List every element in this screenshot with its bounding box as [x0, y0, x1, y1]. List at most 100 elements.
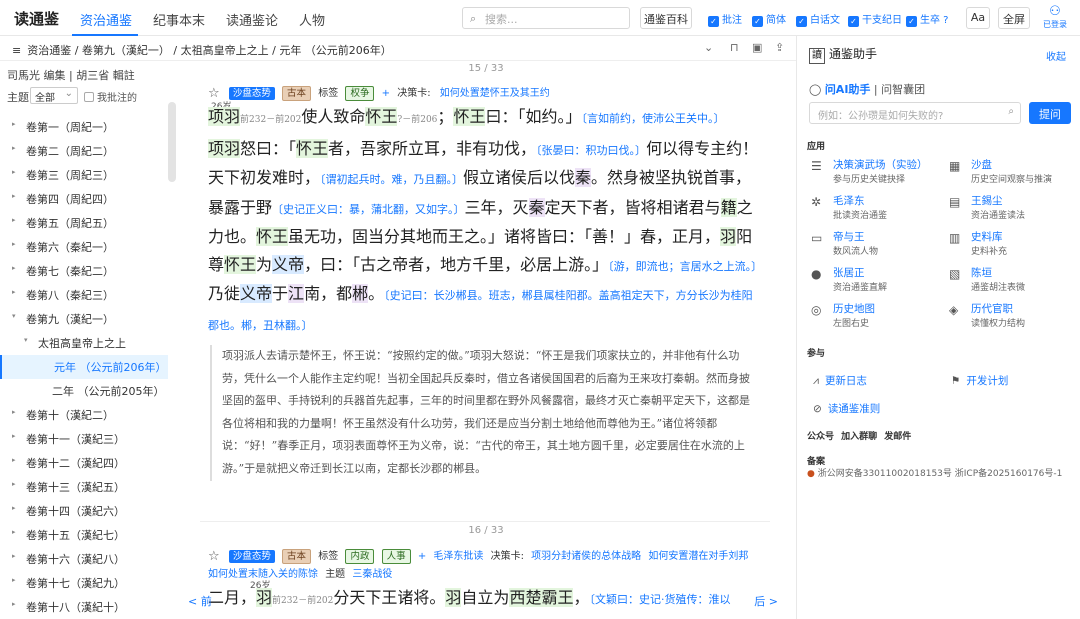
sidebar-volume-item[interactable]: 二年 （公元前205年） [0, 379, 168, 403]
app-item[interactable]: ✲ 毛泽东 批读资治通鉴 [809, 193, 939, 223]
caret-right-icon[interactable]: ▸ [12, 288, 16, 296]
ask-button[interactable]: 提问 [1029, 102, 1071, 124]
user-button[interactable]: ⚇ 已登录 [1040, 5, 1070, 30]
toggle-ganzhi-date[interactable]: ✓ 干支纪日 [848, 11, 902, 27]
theme-select[interactable]: 全部 ⌄ [30, 87, 78, 104]
sidebar-volume-item[interactable]: ▸ 卷第四（周紀四） [0, 187, 168, 211]
social-links[interactable]: 公众号 加入群聊 发邮件 [807, 429, 911, 442]
caret-right-icon[interactable]: ▸ [12, 264, 16, 272]
caret-right-icon[interactable]: ▸ [12, 576, 16, 584]
app-logo[interactable]: 读通鉴 [14, 8, 59, 29]
sidebar-volume-item[interactable]: ▸ 卷第十六（漢紀八） [0, 547, 168, 571]
caret-right-icon[interactable]: ▸ [12, 504, 16, 512]
sidebar-volume-item[interactable]: ▸ 卷第十八（漢紀十） [0, 595, 168, 619]
sidebar-volume-item[interactable]: ▸ 卷第十一（漢紀三） [0, 427, 168, 451]
sidebar-volume-item[interactable]: ▾ 太祖高皇帝上之上 [0, 331, 168, 355]
caret-right-icon[interactable]: ▸ [12, 240, 16, 248]
caret-right-icon[interactable]: ▸ [12, 528, 16, 536]
toggle-simplified[interactable]: ✓ 简体 [752, 11, 786, 27]
sidebar-volume-item[interactable]: ▸ 卷第八（秦紀三） [0, 283, 168, 307]
app-item[interactable]: ▭ 帝与王 数风流人物 [809, 229, 939, 259]
guidelines-link[interactable]: ⊘ 读通鉴准则 [813, 401, 880, 416]
caret-right-icon[interactable]: ▸ [12, 168, 16, 176]
tab-people[interactable]: 人物 [299, 10, 325, 29]
sidebar-volume-item[interactable]: ▸ 卷第十四（漢紀六） [0, 499, 168, 523]
encyclopedia-button[interactable]: 通鉴百科 [640, 7, 692, 29]
add-tag-button[interactable]: + [418, 551, 426, 562]
theme-link[interactable]: 三秦战役 [352, 569, 392, 580]
toggle-birth-death[interactable]: ✓ 生卒 ? [906, 11, 949, 27]
toggle-vernacular[interactable]: ✓ 白话文 [796, 11, 840, 27]
toggle-annotation[interactable]: ✓ 批注 [708, 11, 742, 27]
share-icon[interactable]: ⇪ [775, 41, 784, 54]
sidebar-volume-item[interactable]: ▸ 卷第十三（漢紀五） [0, 475, 168, 499]
only-annotated-checkbox[interactable]: 我批注的 [84, 89, 137, 104]
caret-down-icon[interactable]: ▾ [24, 336, 28, 344]
ai-question-input[interactable]: 例如：公孙瓒是如何失败的? ⌕ [809, 102, 1021, 124]
caret-right-icon[interactable]: ▸ [12, 552, 16, 560]
tab-jishibenmo[interactable]: 纪事本末 [153, 10, 205, 29]
next-page-button[interactable]: 后 > [754, 593, 778, 609]
sidebar-volume-item[interactable]: ▸ 卷第五（周紀五） [0, 211, 168, 235]
sidebar-volume-item[interactable]: ▸ 卷第十七（漢紀九） [0, 571, 168, 595]
sidebar-volume-item[interactable]: ▸ 卷第三（周紀三） [0, 163, 168, 187]
sidebar-volume-item[interactable]: ▸ 卷第七（秦紀二） [0, 259, 168, 283]
breadcrumb-text[interactable]: 资治通鉴 / 卷第九（漢紀一） / 太祖高皇帝上之上 / 元年 （公元前206年… [27, 44, 392, 57]
caret-right-icon[interactable]: ▸ [12, 456, 16, 464]
tag-domestic[interactable]: 内政 [345, 549, 375, 564]
sidebar-volume-item[interactable]: ▸ 卷第二（周紀二） [0, 139, 168, 163]
caret-right-icon[interactable]: ▸ [12, 192, 16, 200]
add-tag-button[interactable]: + [382, 88, 390, 99]
sidebar-volume-item[interactable]: ▸ 卷第十五（漢紀七） [0, 523, 168, 547]
tag-ancient[interactable]: 古本 [282, 86, 312, 101]
menu-icon[interactable]: ≡ [12, 44, 21, 57]
tag-ancient[interactable]: 古本 [282, 549, 312, 564]
font-size-button[interactable]: Aa [966, 7, 990, 29]
commentary-link[interactable]: 毛泽东批读 [433, 551, 483, 562]
sidebar-volume-item[interactable]: ▸ 卷第十二（漢紀四） [0, 451, 168, 475]
caret-down-icon[interactable]: ▾ [12, 312, 16, 320]
caret-right-icon[interactable]: ▸ [12, 120, 16, 128]
app-item[interactable]: ▤ 王錫尘 资治通鉴读法 [947, 193, 1077, 223]
fullscreen-button[interactable]: 全屏 [998, 7, 1030, 29]
dev-plan-link[interactable]: ⚑ 开发计划 [951, 373, 1008, 388]
ai-assistant-tab[interactable]: 问AI助手 [825, 83, 871, 96]
think-tank-tab[interactable]: | 问智囊团 [874, 83, 925, 96]
tab-dutongjianlun[interactable]: 读通鉴论 [226, 10, 278, 29]
app-item[interactable]: ◎ 历史地图 左图右史 [809, 301, 939, 331]
search-input[interactable]: ⌕ 搜索... [462, 7, 630, 29]
tag-power-struggle[interactable]: 权争 [345, 86, 375, 101]
decision-card-link[interactable]: 项羽分封诸侯的总体战略 [531, 551, 641, 562]
star-icon[interactable]: ☆ [208, 549, 220, 564]
chevron-down-icon[interactable]: ⌄ [704, 41, 713, 54]
sidebar-volume-item[interactable]: ▾ 卷第九（漢紀一） [0, 307, 168, 331]
tag-personnel[interactable]: 人事 [381, 549, 411, 564]
caret-right-icon[interactable]: ▸ [12, 144, 16, 152]
caret-right-icon[interactable]: ▸ [12, 216, 16, 224]
sidebar-volume-item[interactable]: 元年 （公元前206年） [0, 355, 168, 379]
app-item[interactable]: ● 张居正 资治通鉴直解 [809, 265, 939, 295]
bookmark-icon[interactable]: ⊓ [730, 41, 739, 54]
caret-right-icon[interactable]: ▸ [12, 432, 16, 440]
sidebar-volume-item[interactable]: ▸ 卷第一（周紀一） [0, 115, 168, 139]
decision-card-link[interactable]: 如何安置潜在对手刘邦 [648, 551, 748, 562]
tag-sandbox[interactable]: 沙盘态势 [228, 87, 275, 100]
tag-sandbox[interactable]: 沙盘态势 [228, 550, 275, 563]
collapse-button[interactable]: 收起 [1046, 48, 1066, 63]
tab-zizhitongjian[interactable]: 资治通鉴 [80, 10, 132, 29]
sidebar-volume-item[interactable]: ▸ 卷第六（秦紀一） [0, 235, 168, 259]
decision-card-link[interactable]: 如何处置楚怀王及其王约 [440, 88, 550, 99]
sidebar-volume-item[interactable]: ▸ 卷第十（漢紀二） [0, 403, 168, 427]
prev-page-button[interactable]: < 前 [188, 593, 212, 609]
app-item[interactable]: ▥ 史料库 史料补充 [947, 229, 1077, 259]
caret-right-icon[interactable]: ▸ [12, 600, 16, 608]
app-item[interactable]: ▧ 陈垣 通鉴胡注表微 [947, 265, 1077, 295]
app-item[interactable]: ◈ 历代官职 读懂权力结构 [947, 301, 1077, 331]
changelog-link[interactable]: ⩘ 更新日志 [813, 373, 867, 388]
save-icon[interactable]: ▣ [752, 41, 762, 54]
sidebar-scrollbar[interactable] [168, 102, 176, 182]
app-item[interactable]: ☰ 决策演武场（实验） 参与历史关键抉择 [809, 157, 939, 187]
app-item[interactable]: ▦ 沙盘 历史空间观察与推演 [947, 157, 1077, 187]
caret-right-icon[interactable]: ▸ [12, 408, 16, 416]
caret-right-icon[interactable]: ▸ [12, 480, 16, 488]
